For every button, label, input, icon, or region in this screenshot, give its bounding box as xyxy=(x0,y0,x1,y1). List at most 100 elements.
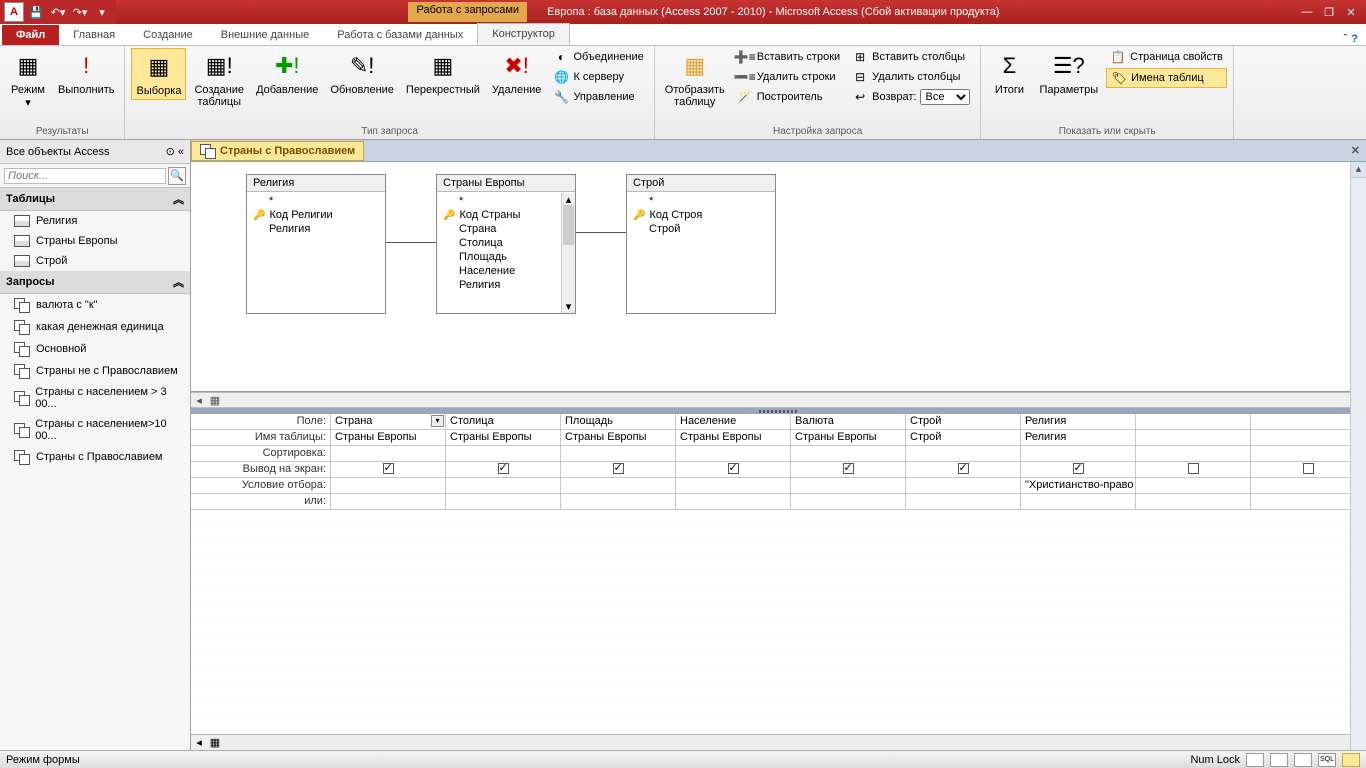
document-close-icon[interactable]: ✕ xyxy=(1345,144,1366,157)
grid-cell[interactable]: Религия xyxy=(1021,430,1136,446)
nav-query-item[interactable]: Страны с населением>10 00... xyxy=(0,414,190,446)
grid-cell[interactable] xyxy=(906,478,1021,494)
view-pivottable-icon[interactable] xyxy=(1270,753,1288,767)
delete-button[interactable]: ✖!Удаление xyxy=(488,48,546,98)
append-button[interactable]: ✚!Добавление xyxy=(252,48,322,98)
checkbox-icon[interactable] xyxy=(1303,463,1314,474)
field-cell[interactable] xyxy=(1136,414,1251,430)
grid-cell[interactable] xyxy=(676,446,791,462)
grid-cell[interactable] xyxy=(446,494,561,510)
grid-cell[interactable]: Страны Европы xyxy=(676,430,791,446)
canvas-hscroll[interactable]: ◂▦▸ xyxy=(191,392,1366,408)
query-grid[interactable]: Поле:Страна▾СтолицаПлощадьНаселениеВалют… xyxy=(191,414,1366,750)
minimize-icon[interactable]: — xyxy=(1298,6,1316,19)
checkbox-icon[interactable] xyxy=(1188,463,1199,474)
tab-dbtools[interactable]: Работа с базами данных xyxy=(323,25,477,45)
grid-cell[interactable] xyxy=(791,494,906,510)
checkbox-icon[interactable] xyxy=(613,463,624,474)
maketable-button[interactable]: ▦!Создание таблицы xyxy=(190,48,248,110)
datadef-button[interactable]: 🔧Управление xyxy=(549,88,647,106)
table-box-religion[interactable]: Религия *🔑Код РелигииРелигия xyxy=(246,174,386,314)
grid-cell[interactable] xyxy=(1136,430,1251,446)
table-box-countries[interactable]: Страны Европы *🔑Код СтраныСтранаСтолицаП… xyxy=(436,174,576,314)
dropdown-icon[interactable]: ▾ xyxy=(431,415,444,427)
show-cell[interactable] xyxy=(561,462,676,478)
deleterows-button[interactable]: ➖≡Удалить строки xyxy=(733,68,844,86)
passthrough-button[interactable]: 🌐К серверу xyxy=(549,68,647,86)
nav-query-item[interactable]: какая денежная единица xyxy=(0,316,190,338)
crosstab-button[interactable]: ▦Перекрестный xyxy=(402,48,484,98)
field-cell[interactable]: Население xyxy=(676,414,791,430)
field-cell[interactable]: Валюта xyxy=(791,414,906,430)
checkbox-icon[interactable] xyxy=(1073,463,1084,474)
union-button[interactable]: ◐Объединение xyxy=(549,48,647,66)
grid-cell[interactable] xyxy=(446,478,561,494)
grid-hscroll[interactable]: ◂▦▸ xyxy=(191,734,1366,750)
deletecols-button[interactable]: ⊟Удалить столбцы xyxy=(848,68,974,86)
select-query-button[interactable]: ▦Выборка xyxy=(131,48,186,100)
field-row[interactable]: Религия xyxy=(443,278,569,292)
show-cell[interactable] xyxy=(676,462,791,478)
field-cell[interactable]: Строй xyxy=(906,414,1021,430)
grid-cell[interactable] xyxy=(1021,494,1136,510)
grid-cell[interactable] xyxy=(1021,446,1136,462)
return-select[interactable]: Все xyxy=(920,89,970,105)
field-cell[interactable]: Столица xyxy=(446,414,561,430)
field-row[interactable]: 🔑Код Строя xyxy=(633,208,769,222)
relations-canvas[interactable]: Религия *🔑Код РелигииРелигия Страны Евро… xyxy=(191,162,1366,392)
qat-customize-icon[interactable]: ▾ xyxy=(92,2,112,22)
nav-query-item[interactable]: валюта с "к" xyxy=(0,294,190,316)
totals-button[interactable]: ΣИтоги xyxy=(987,48,1031,98)
tab-file[interactable]: Файл xyxy=(2,25,59,45)
show-cell[interactable] xyxy=(1251,462,1366,478)
update-button[interactable]: ✎!Обновление xyxy=(326,48,398,98)
field-row[interactable]: Столица xyxy=(443,236,569,250)
grid-cell[interactable] xyxy=(1251,430,1366,446)
grid-cell[interactable]: "Христианство-право xyxy=(1021,478,1136,494)
show-cell[interactable] xyxy=(1136,462,1251,478)
field-cell[interactable] xyxy=(1251,414,1366,430)
grid-cell[interactable] xyxy=(331,494,446,510)
nav-table-item[interactable]: Страны Европы xyxy=(0,231,190,251)
scrollbar[interactable]: ▴▾ xyxy=(561,193,575,313)
grid-cell[interactable] xyxy=(906,446,1021,462)
field-row[interactable]: Религия xyxy=(253,222,379,236)
view-button[interactable]: ▦Режим▾ xyxy=(6,48,50,111)
grid-cell[interactable]: Страны Европы xyxy=(791,430,906,446)
view-pivotchart-icon[interactable] xyxy=(1294,753,1312,767)
nav-query-item[interactable]: Страны с Православием xyxy=(0,446,190,468)
nav-group-tables[interactable]: Таблицы︽ xyxy=(0,188,190,211)
grid-cell[interactable] xyxy=(331,446,446,462)
grid-cell[interactable] xyxy=(791,478,906,494)
grid-cell[interactable] xyxy=(676,478,791,494)
field-row[interactable]: * xyxy=(443,194,569,208)
grid-cell[interactable] xyxy=(791,446,906,462)
tab-create[interactable]: Создание xyxy=(129,25,207,45)
checkbox-icon[interactable] xyxy=(728,463,739,474)
help-icon[interactable]: ? xyxy=(1351,33,1358,45)
field-row[interactable]: Население xyxy=(443,264,569,278)
close-icon[interactable]: ✕ xyxy=(1342,6,1360,19)
grid-cell[interactable] xyxy=(1136,494,1251,510)
tab-external[interactable]: Внешние данные xyxy=(207,25,323,45)
grid-cell[interactable]: Страны Европы xyxy=(331,430,446,446)
grid-cell[interactable] xyxy=(1136,446,1251,462)
field-row[interactable]: Площадь xyxy=(443,250,569,264)
nav-query-item[interactable]: Страны с населением > 3 00... xyxy=(0,382,190,414)
field-row[interactable]: Строй xyxy=(633,222,769,236)
show-cell[interactable] xyxy=(791,462,906,478)
grid-cell[interactable] xyxy=(906,494,1021,510)
show-cell[interactable] xyxy=(331,462,446,478)
checkbox-icon[interactable] xyxy=(383,463,394,474)
view-design-icon[interactable] xyxy=(1342,753,1360,767)
builder-button[interactable]: 🪄Построитель xyxy=(733,88,844,106)
grid-cell[interactable] xyxy=(331,478,446,494)
show-cell[interactable] xyxy=(446,462,561,478)
field-row[interactable]: * xyxy=(633,194,769,208)
insertrows-button[interactable]: ➕≡Вставить строки xyxy=(733,48,844,66)
grid-cell[interactable] xyxy=(1136,478,1251,494)
grid-cell[interactable]: Страны Европы xyxy=(446,430,561,446)
grid-cell[interactable]: Строй xyxy=(906,430,1021,446)
app-icon[interactable]: A xyxy=(4,2,24,22)
field-cell[interactable]: Религия xyxy=(1021,414,1136,430)
